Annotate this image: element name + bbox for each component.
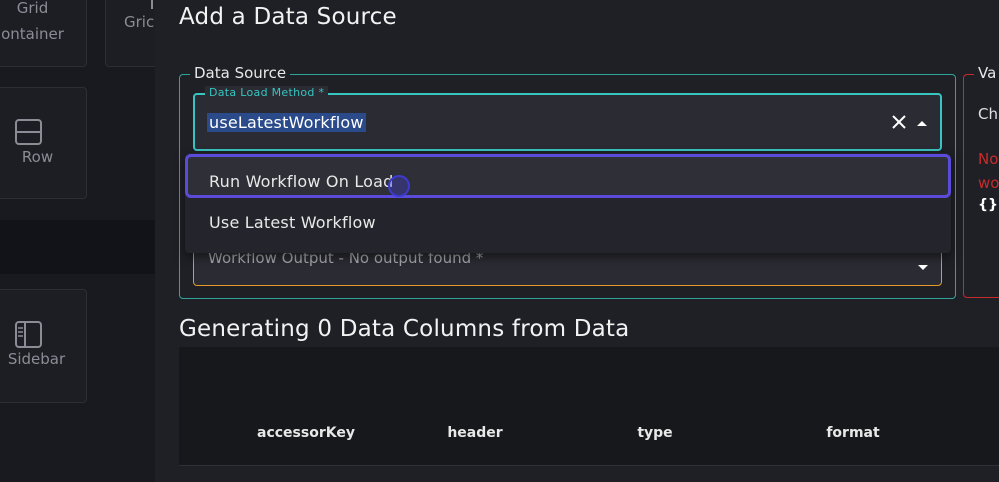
option-use-latest-workflow[interactable]: Use Latest Workflow [185, 201, 951, 245]
component-palette: Grid ontainer Gric Row Sidebar [0, 0, 165, 482]
validation-error: No wo [978, 147, 999, 195]
sidebar-icon [15, 321, 42, 348]
option-run-workflow-on-load[interactable]: Run Workflow On Load [185, 154, 951, 198]
add-data-source-modal: Add a Data Source Data Source Va Ch No w… [155, 0, 999, 482]
validation-fieldset: Va Ch No wo {} [963, 64, 999, 298]
column-header-accessorkey[interactable]: accessorKey [231, 425, 381, 441]
caret-down-icon[interactable] [915, 259, 931, 275]
pointer-cursor [388, 175, 410, 197]
palette-divider [0, 220, 155, 274]
validation-legend: Va [974, 64, 999, 82]
sidebar-label: Sidebar [7, 350, 66, 368]
data-load-method-select[interactable]: Data Load Method * useLatestWorkflow [193, 86, 942, 151]
sidebar-tile[interactable]: Sidebar [0, 289, 87, 403]
column-header-type[interactable]: type [580, 425, 730, 441]
validation-error-line2: wo [978, 174, 999, 192]
grid-container-label-line1: Grid [16, 0, 49, 17]
row-icon [15, 119, 42, 145]
data-load-method-value[interactable]: useLatestWorkflow [207, 113, 366, 132]
option-label: Run Workflow On Load [209, 172, 394, 191]
grid-container-tile[interactable]: Grid ontainer [0, 0, 87, 67]
modal-title: Add a Data Source [179, 4, 397, 30]
load-method-dropdown: Run Workflow On Load Use Latest Workflow [185, 153, 951, 253]
validation-error-line1: No [978, 150, 999, 168]
data-source-legend: Data Source [190, 64, 291, 82]
caret-up-icon[interactable] [914, 115, 930, 131]
data-columns-title: Generating 0 Data Columns from Data [179, 316, 630, 342]
row-label: Row [21, 148, 54, 166]
validation-text: Ch [978, 105, 998, 123]
clear-icon[interactable] [888, 111, 910, 133]
column-header-header[interactable]: header [400, 425, 550, 441]
validation-json-brace: {} [978, 197, 998, 213]
workflow-output-select[interactable]: Workflow Output - No output found * [193, 248, 942, 286]
column-header-format[interactable]: format [778, 425, 928, 441]
row-tile[interactable]: Row [0, 87, 87, 199]
data-load-method-label: Data Load Method * [205, 86, 329, 99]
columns-table-header: accessorKey header type format [179, 347, 999, 466]
option-label: Use Latest Workflow [209, 213, 376, 232]
grid-container-label-line2: ontainer [1, 25, 64, 43]
